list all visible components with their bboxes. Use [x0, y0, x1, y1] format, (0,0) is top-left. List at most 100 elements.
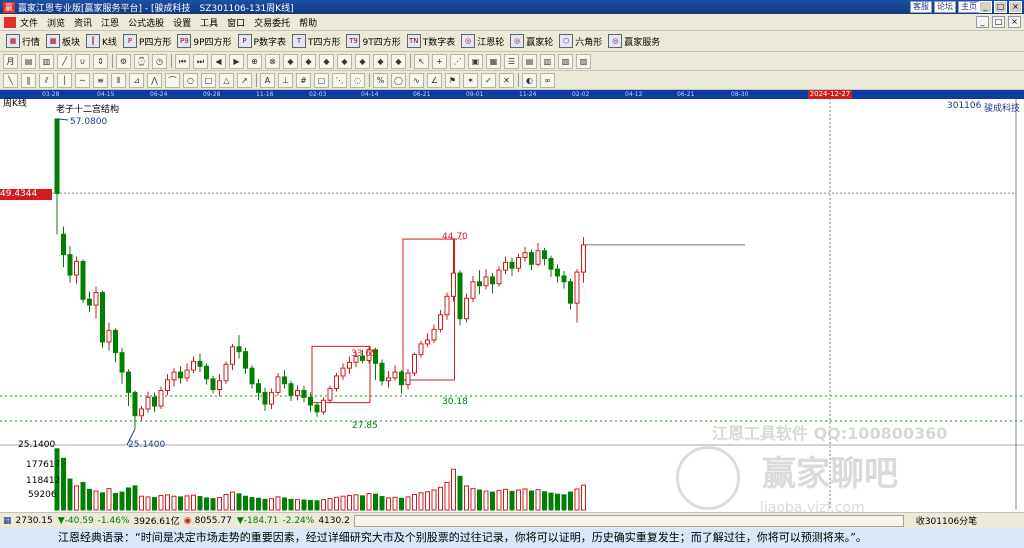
draw-grid-icon[interactable]: #	[296, 72, 311, 88]
menu-tools[interactable]: 工具	[200, 16, 218, 29]
draw-text-icon[interactable]: A	[260, 72, 275, 88]
draw-triangle-icon[interactable]: △	[219, 72, 234, 88]
cursor-icon[interactable]: ↖	[414, 53, 429, 69]
last-icon[interactable]: ⏭	[193, 53, 208, 69]
draw-spiral-icon[interactable]: ◌	[350, 72, 365, 88]
diamond4-icon[interactable]: ◆	[337, 53, 352, 69]
horizontal-scrollbar[interactable]	[353, 514, 904, 527]
child-minimize-button[interactable]: _	[976, 16, 989, 28]
draw-fan-icon[interactable]: ⋀	[147, 72, 162, 88]
diamond2-icon[interactable]: ◆	[301, 53, 316, 69]
draw-flag-icon[interactable]: ⚑	[445, 72, 460, 88]
draw-star-icon[interactable]: ✶	[463, 72, 478, 88]
color-icon[interactable]: ◐	[522, 72, 537, 88]
menu-formula[interactable]: 公式选股	[128, 16, 164, 29]
toolbar-t-table[interactable]: TN T数字表	[406, 34, 455, 48]
menu-window[interactable]: 窗口	[227, 16, 245, 29]
link-luntan[interactable]: 论坛	[934, 1, 956, 13]
draw-parallel-icon[interactable]: ∥	[21, 72, 36, 88]
left-icon[interactable]: ◀	[211, 53, 226, 69]
draw-angle-icon[interactable]: ∠	[427, 72, 442, 88]
link-zhuye[interactable]: 主页	[958, 1, 980, 13]
pin-icon[interactable]: ⇕	[93, 53, 108, 69]
child-close-button[interactable]: ×	[1008, 16, 1021, 28]
draw-wave-icon[interactable]: ∿	[409, 72, 424, 88]
toolbar-market[interactable]: ▦ 行情	[6, 34, 40, 48]
draw-box-icon[interactable]: □	[201, 72, 216, 88]
candle-body	[308, 396, 313, 406]
save-icon[interactable]: ▤	[21, 53, 36, 69]
draw-vline-icon[interactable]: │	[57, 72, 72, 88]
toolbar-p-table[interactable]: P P数字表	[237, 34, 286, 48]
magnet-icon[interactable]: ∪	[75, 53, 90, 69]
diamond3-icon[interactable]: ◆	[319, 53, 334, 69]
draw-cross-icon[interactable]: ✕	[499, 72, 514, 88]
draw-hline-icon[interactable]: ─	[75, 72, 90, 88]
draw-circle-icon[interactable]: ○	[183, 72, 198, 88]
draw-cycle-icon[interactable]: ⦀	[111, 72, 126, 88]
chart-type-icon[interactable]: ▣	[468, 53, 483, 69]
menu-trade[interactable]: 交易委托	[254, 16, 290, 29]
time-icon[interactable]: ⌚	[134, 53, 149, 69]
toolbar-kline[interactable]: ┃ K线	[86, 34, 117, 48]
toolbar-gann-wheel[interactable]: ◎ 江恩轮	[461, 34, 504, 48]
print-icon[interactable]: ▥	[39, 53, 54, 69]
diamond7-icon[interactable]: ◆	[391, 53, 406, 69]
draw-percent-icon[interactable]: %	[373, 72, 388, 88]
maximize-button[interactable]: □	[994, 1, 1007, 13]
right-icon[interactable]: ▶	[229, 53, 244, 69]
toolbar-blocks[interactable]: ▩ 板块	[46, 34, 80, 48]
draw-ellipse-icon[interactable]: ◯	[391, 72, 406, 88]
toolbar-t-square[interactable]: T T四方形	[291, 34, 340, 48]
grid2-icon[interactable]: ▤	[522, 53, 537, 69]
panel3-icon[interactable]: ▨	[576, 53, 591, 69]
diamond-icon[interactable]: ◆	[283, 53, 298, 69]
draw-fib-icon[interactable]: ≡	[93, 72, 108, 88]
period-select-icon[interactable]: 月	[3, 53, 18, 69]
draw-square-icon[interactable]: ▢	[314, 72, 329, 88]
draw-channel-icon[interactable]: ⫽	[39, 72, 54, 88]
panel-icon[interactable]: ▥	[540, 53, 555, 69]
minimize-button[interactable]: _	[979, 1, 992, 13]
menu-news[interactable]: 资讯	[74, 16, 92, 29]
indicator-icon[interactable]: ⚙	[116, 53, 131, 69]
target-icon[interactable]: ⊕	[247, 53, 262, 69]
diamond5-icon[interactable]: ◆	[355, 53, 370, 69]
diamond6-icon[interactable]: ◆	[373, 53, 388, 69]
cross-icon[interactable]: +	[432, 53, 447, 69]
panel2-icon[interactable]: ▧	[558, 53, 573, 69]
close-button[interactable]: ×	[1009, 1, 1022, 13]
toolbar-hexagon[interactable]: ⬡ 六角形	[559, 34, 602, 48]
draw-fan2-icon[interactable]: ⋱	[332, 72, 347, 88]
toolbar-9t-square[interactable]: T9 9T四方形	[346, 34, 401, 48]
candle-body	[347, 361, 352, 369]
table-icon[interactable]: ▦	[486, 53, 501, 69]
first-icon[interactable]: ⏮	[175, 53, 190, 69]
target2-icon[interactable]: ⊗	[265, 53, 280, 69]
draw-ruler-icon[interactable]: ⊥	[278, 72, 293, 88]
toolbar-p-square[interactable]: P P四方形	[122, 34, 171, 48]
toolbar-winner-wheel[interactable]: ◎ 赢家轮	[510, 34, 553, 48]
toolbar-9p-square[interactable]: P9 9P四方形	[177, 34, 232, 48]
menu-help[interactable]: 帮助	[299, 16, 317, 29]
link-kefu[interactable]: 客服	[910, 1, 932, 13]
draw-check-icon[interactable]: ✓	[481, 72, 496, 88]
menu-settings[interactable]: 设置	[173, 16, 191, 29]
draw-arrow-icon[interactable]: ↗	[237, 72, 252, 88]
infinity-icon[interactable]: ∞	[540, 72, 555, 88]
draw-gann-icon[interactable]: ⊿	[129, 72, 144, 88]
draw-arc-icon[interactable]: ⌒	[165, 72, 180, 88]
volume-bar	[204, 497, 209, 511]
candle-body	[490, 276, 495, 285]
line-tool-icon[interactable]: ╱	[57, 53, 72, 69]
draw-line-icon[interactable]: ╲	[3, 72, 18, 88]
clock-icon[interactable]: ◷	[152, 53, 167, 69]
child-restore-button[interactable]: □	[992, 16, 1005, 28]
list-icon[interactable]: ☰	[504, 53, 519, 69]
menu-gann[interactable]: 江恩	[101, 16, 119, 29]
fan-icon[interactable]: ⋰	[450, 53, 465, 69]
menu-file[interactable]: 文件	[20, 16, 38, 29]
watermark-line1: 江恩工具软件 QQ:100800360	[712, 424, 948, 443]
toolbar-service[interactable]: ◎ 赢家服务	[608, 34, 660, 48]
menu-browse[interactable]: 浏览	[47, 16, 65, 29]
